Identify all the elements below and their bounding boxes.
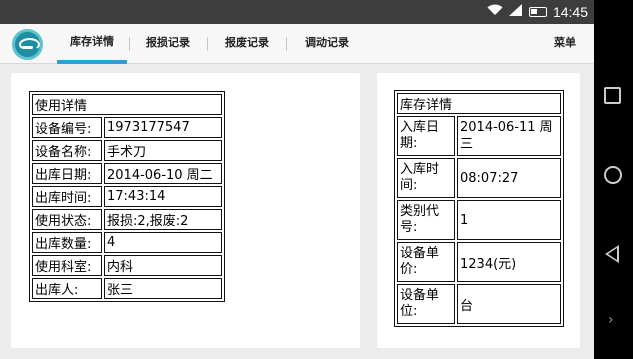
table-row: 类别代号: 1 (397, 200, 561, 240)
app-bar: 库存详情 报损记录 报废记录 调动记录 菜单 (0, 24, 594, 64)
tab-divider (286, 37, 287, 51)
table-row: 出库日期: 2014-06-10 周二 (32, 163, 222, 184)
table-row: 入库时间: 08:07:27 (397, 158, 561, 198)
row-value: 手术刀 (104, 140, 222, 161)
table-row: 出库时间: 17:43:14 (32, 186, 222, 207)
signal-icon (508, 3, 523, 21)
tab-transfer-records[interactable]: 调动记录 (292, 24, 362, 64)
row-label: 设备单位: (397, 284, 455, 324)
row-label: 出库数量: (32, 232, 102, 253)
row-value: 内科 (104, 255, 222, 276)
inventory-details-table: 库存详情 入库日期: 2014-06-11 周三 入库时间: 08:07:27 … (394, 90, 564, 327)
row-label: 类别代号: (397, 200, 455, 240)
row-label: 设备单价: (397, 242, 455, 282)
row-value: 2014-06-10 周二 (104, 163, 222, 184)
tab-scrap-records[interactable]: 报废记录 (214, 24, 280, 64)
usage-details-panel: 使用详情 设备编号: 1973177547 设备名称: 手术刀 出库日期: 20… (11, 73, 360, 348)
table-row: 设备单位: 台 (397, 284, 561, 324)
table-row: 出库人: 张三 (32, 278, 222, 299)
table-row: 使用科室: 内科 (32, 255, 222, 276)
row-value: 1 (457, 200, 561, 240)
row-value: 1973177547 (104, 117, 222, 138)
row-label: 出库人: (32, 278, 102, 299)
tab-divider (207, 37, 208, 51)
table-row: 入库日期: 2014-06-11 周三 (397, 116, 561, 156)
row-value: 08:07:27 (457, 158, 561, 198)
system-nav-bar: › (594, 0, 633, 359)
menu-button[interactable]: 菜单 (554, 24, 576, 62)
table-row: 设备编号: 1973177547 (32, 117, 222, 138)
row-value: 17:43:14 (104, 186, 222, 207)
row-value: 报损:2,报废:2 (104, 209, 222, 230)
wifi-icon (487, 3, 503, 21)
tab-damage-records[interactable]: 报损记录 (135, 24, 201, 64)
usage-details-table: 使用详情 设备编号: 1973177547 设备名称: 手术刀 出库日期: 20… (29, 91, 225, 302)
table-row: 出库数量: 4 (32, 232, 222, 253)
table-row: 库存详情 (397, 93, 561, 114)
row-label: 使用状态: (32, 209, 102, 230)
inventory-details-title: 库存详情 (397, 93, 561, 114)
tab-inventory-details[interactable]: 库存详情 (57, 24, 127, 64)
table-row: 设备单价: 1234(元) (397, 242, 561, 282)
battery-icon (528, 7, 547, 17)
row-label: 使用科室: (32, 255, 102, 276)
row-label: 入库日期: (397, 116, 455, 156)
row-value: 1234(元) (457, 242, 561, 282)
table-row: 设备名称: 手术刀 (32, 140, 222, 161)
row-value: 张三 (104, 278, 222, 299)
recents-square-icon[interactable] (604, 87, 621, 104)
back-triangle-icon[interactable] (605, 245, 619, 263)
table-row: 使用状态: 报损:2,报废:2 (32, 209, 222, 230)
row-value: 台 (457, 284, 561, 324)
chevron-right-icon[interactable]: › (608, 312, 614, 328)
row-label: 设备编号: (32, 117, 102, 138)
row-label: 出库时间: (32, 186, 102, 207)
row-value: 4 (104, 232, 222, 253)
tab-divider (129, 37, 130, 51)
inventory-details-panel: 库存详情 入库日期: 2014-06-11 周三 入库时间: 08:07:27 … (377, 73, 580, 348)
row-label: 设备名称: (32, 140, 102, 161)
app-screen: 14:45 库存详情 报损记录 报废记录 调动记录 菜单 使用详情 设备编号: … (0, 0, 594, 359)
status-bar: 14:45 (0, 0, 594, 24)
row-label: 出库日期: (32, 163, 102, 184)
clock: 14:45 (552, 4, 588, 20)
app-logo-icon[interactable] (12, 29, 43, 60)
row-label: 入库时间: (397, 158, 455, 198)
usage-details-title: 使用详情 (32, 94, 222, 115)
home-circle-icon[interactable] (604, 166, 622, 184)
row-value: 2014-06-11 周三 (457, 116, 561, 156)
table-row: 使用详情 (32, 94, 222, 115)
